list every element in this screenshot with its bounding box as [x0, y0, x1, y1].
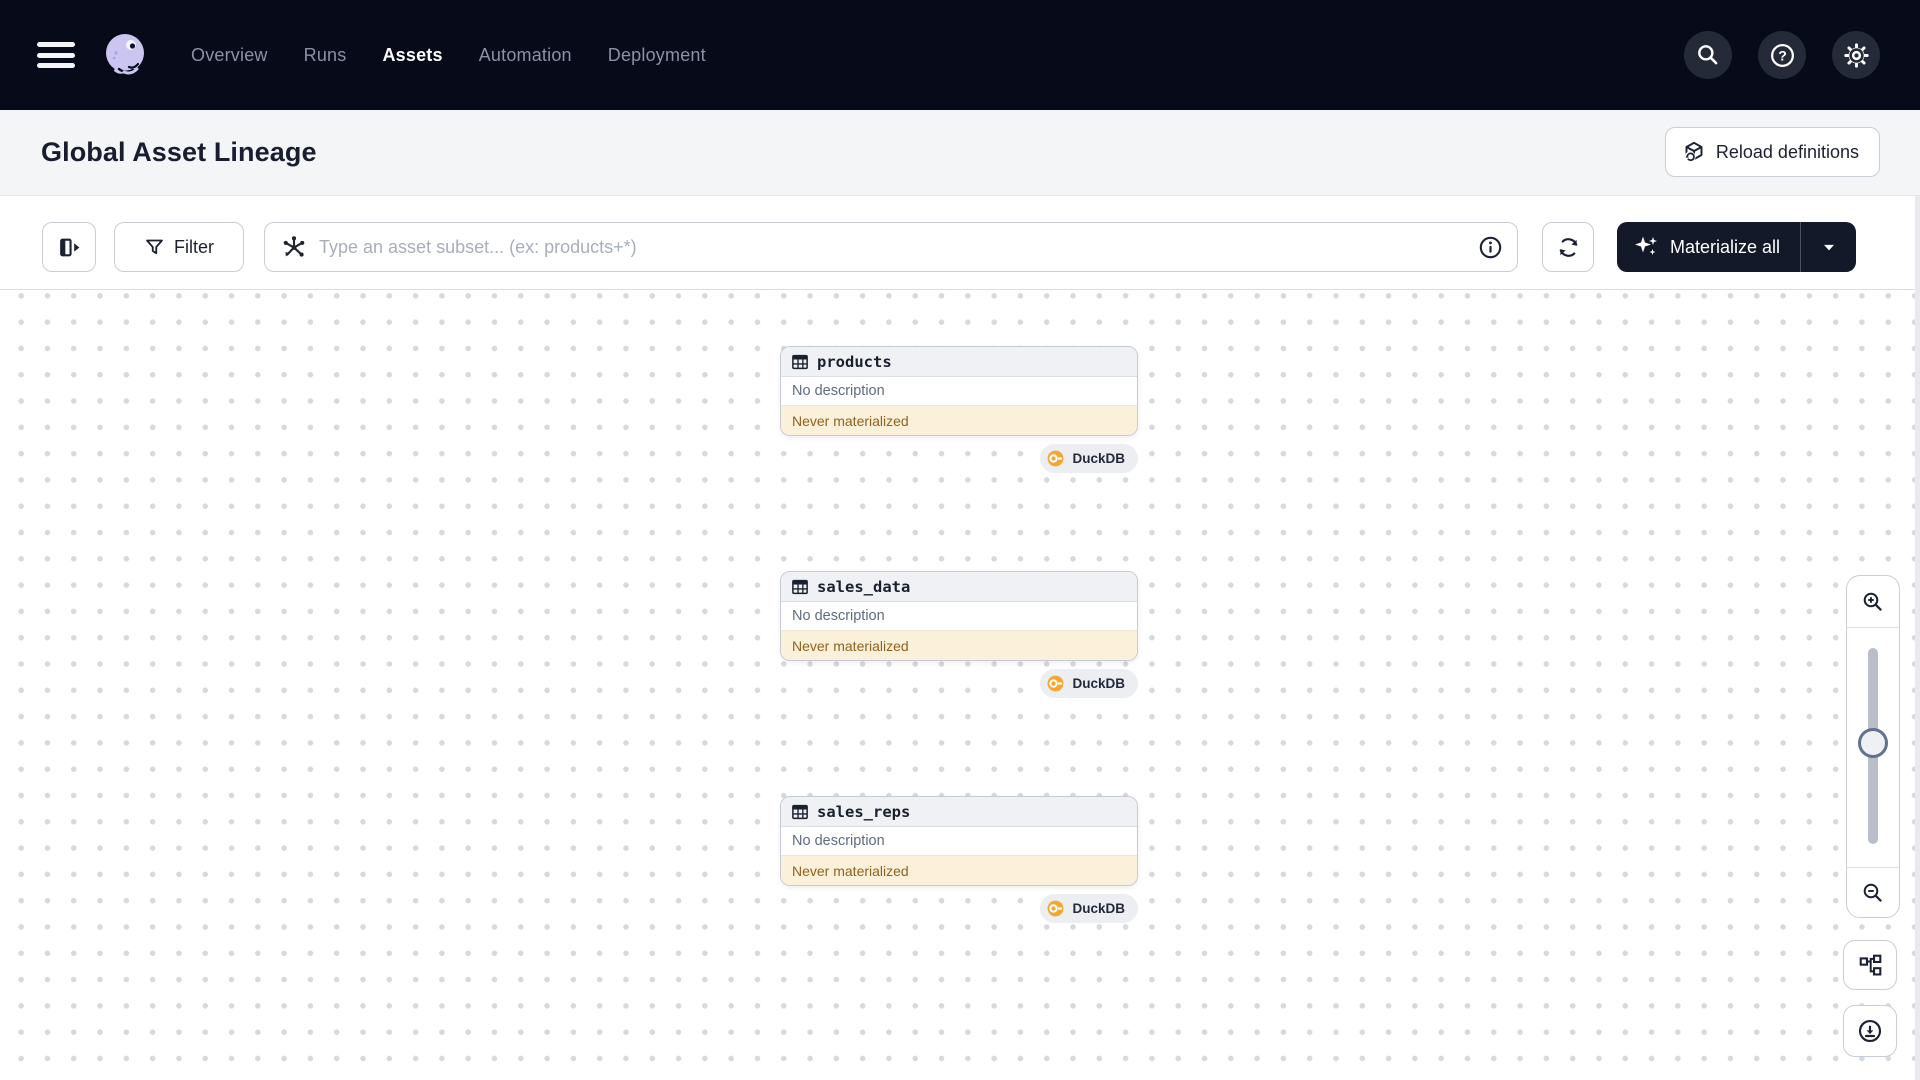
- help-icon: ?: [1769, 42, 1796, 69]
- relayout-graph-button[interactable]: [1843, 940, 1897, 990]
- asset-group-products: products No description Never materializ…: [780, 346, 1138, 473]
- nav-actions: ?: [1684, 31, 1880, 79]
- filter-button[interactable]: Filter: [114, 222, 244, 272]
- asset-description: No description: [781, 827, 1137, 856]
- nav-item-runs[interactable]: Runs: [304, 45, 347, 66]
- asset-node-sales-reps[interactable]: sales_reps No description Never material…: [780, 796, 1138, 886]
- primary-nav: Overview Runs Assets Automation Deployme…: [191, 45, 706, 66]
- reload-definitions-icon: [1682, 140, 1706, 164]
- zoom-in-button[interactable]: [1847, 576, 1899, 628]
- zoom-slider-thumb[interactable]: [1858, 728, 1888, 758]
- refresh-icon: [1556, 235, 1581, 260]
- gear-icon: [1843, 42, 1870, 69]
- zoom-out-button[interactable]: [1847, 867, 1899, 917]
- table-icon: [791, 803, 809, 821]
- search-button[interactable]: [1684, 31, 1732, 79]
- lineage-canvas[interactable]: products No description Never materializ…: [0, 290, 1920, 1080]
- asset-graph-icon: [281, 234, 307, 260]
- filter-funnel-icon: [144, 237, 165, 258]
- settings-button[interactable]: [1832, 31, 1880, 79]
- dagster-app: Overview Runs Assets Automation Deployme…: [0, 0, 1920, 1080]
- lineage-toolbar: Filter: [0, 196, 1920, 290]
- menu-icon[interactable]: [37, 40, 75, 70]
- top-navbar: Overview Runs Assets Automation Deployme…: [0, 0, 1920, 110]
- duckdb-badge-label: DuckDB: [1072, 451, 1125, 466]
- asset-card-header: sales_data: [781, 572, 1137, 602]
- asset-node-sales-data[interactable]: sales_data No description Never material…: [780, 571, 1138, 661]
- duckdb-badge[interactable]: DuckDB: [1040, 444, 1138, 473]
- materialize-all-label: Materialize all: [1670, 237, 1780, 258]
- filter-label: Filter: [174, 237, 214, 258]
- zoom-in-icon: [1861, 590, 1885, 614]
- asset-status-never-materialized: Never materialized: [781, 856, 1137, 885]
- asset-card-header: sales_reps: [781, 797, 1137, 827]
- tree-layout-icon: [1858, 953, 1883, 978]
- asset-card-header: products: [781, 347, 1137, 377]
- asset-group-sales-data: sales_data No description Never material…: [780, 571, 1138, 698]
- duckdb-icon: [1046, 449, 1065, 468]
- asset-node-products[interactable]: products No description Never materializ…: [780, 346, 1138, 436]
- info-icon[interactable]: [1478, 235, 1503, 260]
- dagster-logo-icon: [101, 31, 149, 79]
- help-button[interactable]: ?: [1758, 31, 1806, 79]
- duckdb-badge[interactable]: DuckDB: [1040, 669, 1138, 698]
- reload-definitions-button[interactable]: Reload definitions: [1665, 127, 1880, 177]
- nav-item-overview[interactable]: Overview: [191, 45, 268, 66]
- expand-panel-icon: [57, 235, 82, 260]
- reload-definitions-label: Reload definitions: [1716, 142, 1859, 163]
- asset-description: No description: [781, 377, 1137, 406]
- duckdb-badge-label: DuckDB: [1072, 901, 1125, 916]
- nav-item-deployment[interactable]: Deployment: [608, 45, 706, 66]
- duckdb-icon: [1046, 899, 1065, 918]
- chevron-down-icon: [1819, 237, 1839, 257]
- expand-panel-button[interactable]: [42, 222, 96, 272]
- sparkle-icon: [1633, 234, 1659, 260]
- asset-status-never-materialized: Never materialized: [781, 406, 1137, 435]
- asset-group-sales-reps: sales_reps No description Never material…: [780, 796, 1138, 923]
- download-button[interactable]: [1843, 1005, 1897, 1057]
- page-title: Global Asset Lineage: [41, 137, 317, 168]
- duckdb-badge[interactable]: DuckDB: [1040, 894, 1138, 923]
- table-icon: [791, 353, 809, 371]
- asset-name: products: [817, 353, 892, 371]
- page-header: Global Asset Lineage Reload definitions: [0, 110, 1920, 196]
- svg-text:?: ?: [1778, 47, 1787, 63]
- zoom-controls: [1846, 575, 1900, 918]
- duckdb-icon: [1046, 674, 1065, 693]
- zoom-slider[interactable]: [1847, 628, 1899, 867]
- download-icon: [1857, 1018, 1883, 1044]
- search-icon: [1695, 42, 1721, 68]
- duckdb-badge-label: DuckDB: [1072, 676, 1125, 691]
- materialize-group: Materialize all: [1617, 222, 1856, 272]
- asset-description: No description: [781, 602, 1137, 631]
- asset-name: sales_reps: [817, 803, 910, 821]
- dagster-logo[interactable]: [101, 31, 149, 79]
- nav-item-assets[interactable]: Assets: [382, 45, 442, 66]
- materialize-all-button[interactable]: Materialize all: [1617, 222, 1800, 272]
- asset-name: sales_data: [817, 578, 910, 596]
- refresh-button[interactable]: [1542, 222, 1594, 272]
- materialize-dropdown-button[interactable]: [1800, 222, 1856, 272]
- nav-item-automation[interactable]: Automation: [479, 45, 572, 66]
- asset-status-never-materialized: Never materialized: [781, 631, 1137, 660]
- zoom-out-icon: [1861, 881, 1885, 905]
- canvas-edge-divider: [1915, 196, 1920, 1080]
- table-icon: [791, 578, 809, 596]
- asset-subset-input[interactable]: [319, 237, 1478, 258]
- asset-subset-field: [264, 222, 1518, 272]
